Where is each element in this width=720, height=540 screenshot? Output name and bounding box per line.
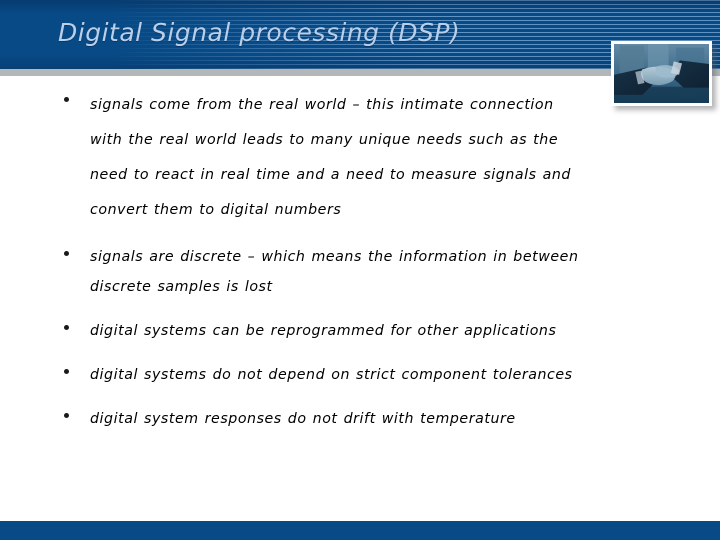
list-item: signals come from the real world – this … xyxy=(58,88,692,228)
bullet-line: convert them to digital numbers xyxy=(90,202,342,218)
list-item: digital systems can be reprogrammed for … xyxy=(58,316,692,346)
page-title: Digital Signal processing (DSP) xyxy=(58,18,461,47)
bullet-marker-icon xyxy=(64,325,69,330)
bullet-line: digital systems can be reprogrammed for … xyxy=(90,323,557,339)
slide-footer-band xyxy=(0,521,720,540)
bullet-line: digital systems do not depend on strict … xyxy=(90,367,573,383)
bullet-line: discrete samples is lost xyxy=(90,279,273,295)
bullet-line: signals come from the real world – this … xyxy=(90,97,554,113)
slide-canvas: Digital Signal processing (DSP) signals … xyxy=(0,0,720,540)
bullet-marker-icon xyxy=(64,97,69,102)
bullet-list: signals come from the real world – this … xyxy=(58,88,692,434)
bullet-marker-icon xyxy=(64,251,69,256)
bullet-line: signals are discrete – which means the i… xyxy=(90,249,579,265)
bullet-marker-icon xyxy=(64,369,69,374)
bullet-line: digital system responses do not drift wi… xyxy=(90,411,516,427)
bullet-line: with the real world leads to many unique… xyxy=(90,132,559,148)
bullet-line: need to react in real time and a need to… xyxy=(90,167,571,183)
list-item: digital systems do not depend on strict … xyxy=(58,360,692,390)
list-item: signals are discrete – which means the i… xyxy=(58,242,692,302)
bullet-marker-icon xyxy=(64,413,69,418)
list-item: digital system responses do not drift wi… xyxy=(58,404,692,434)
